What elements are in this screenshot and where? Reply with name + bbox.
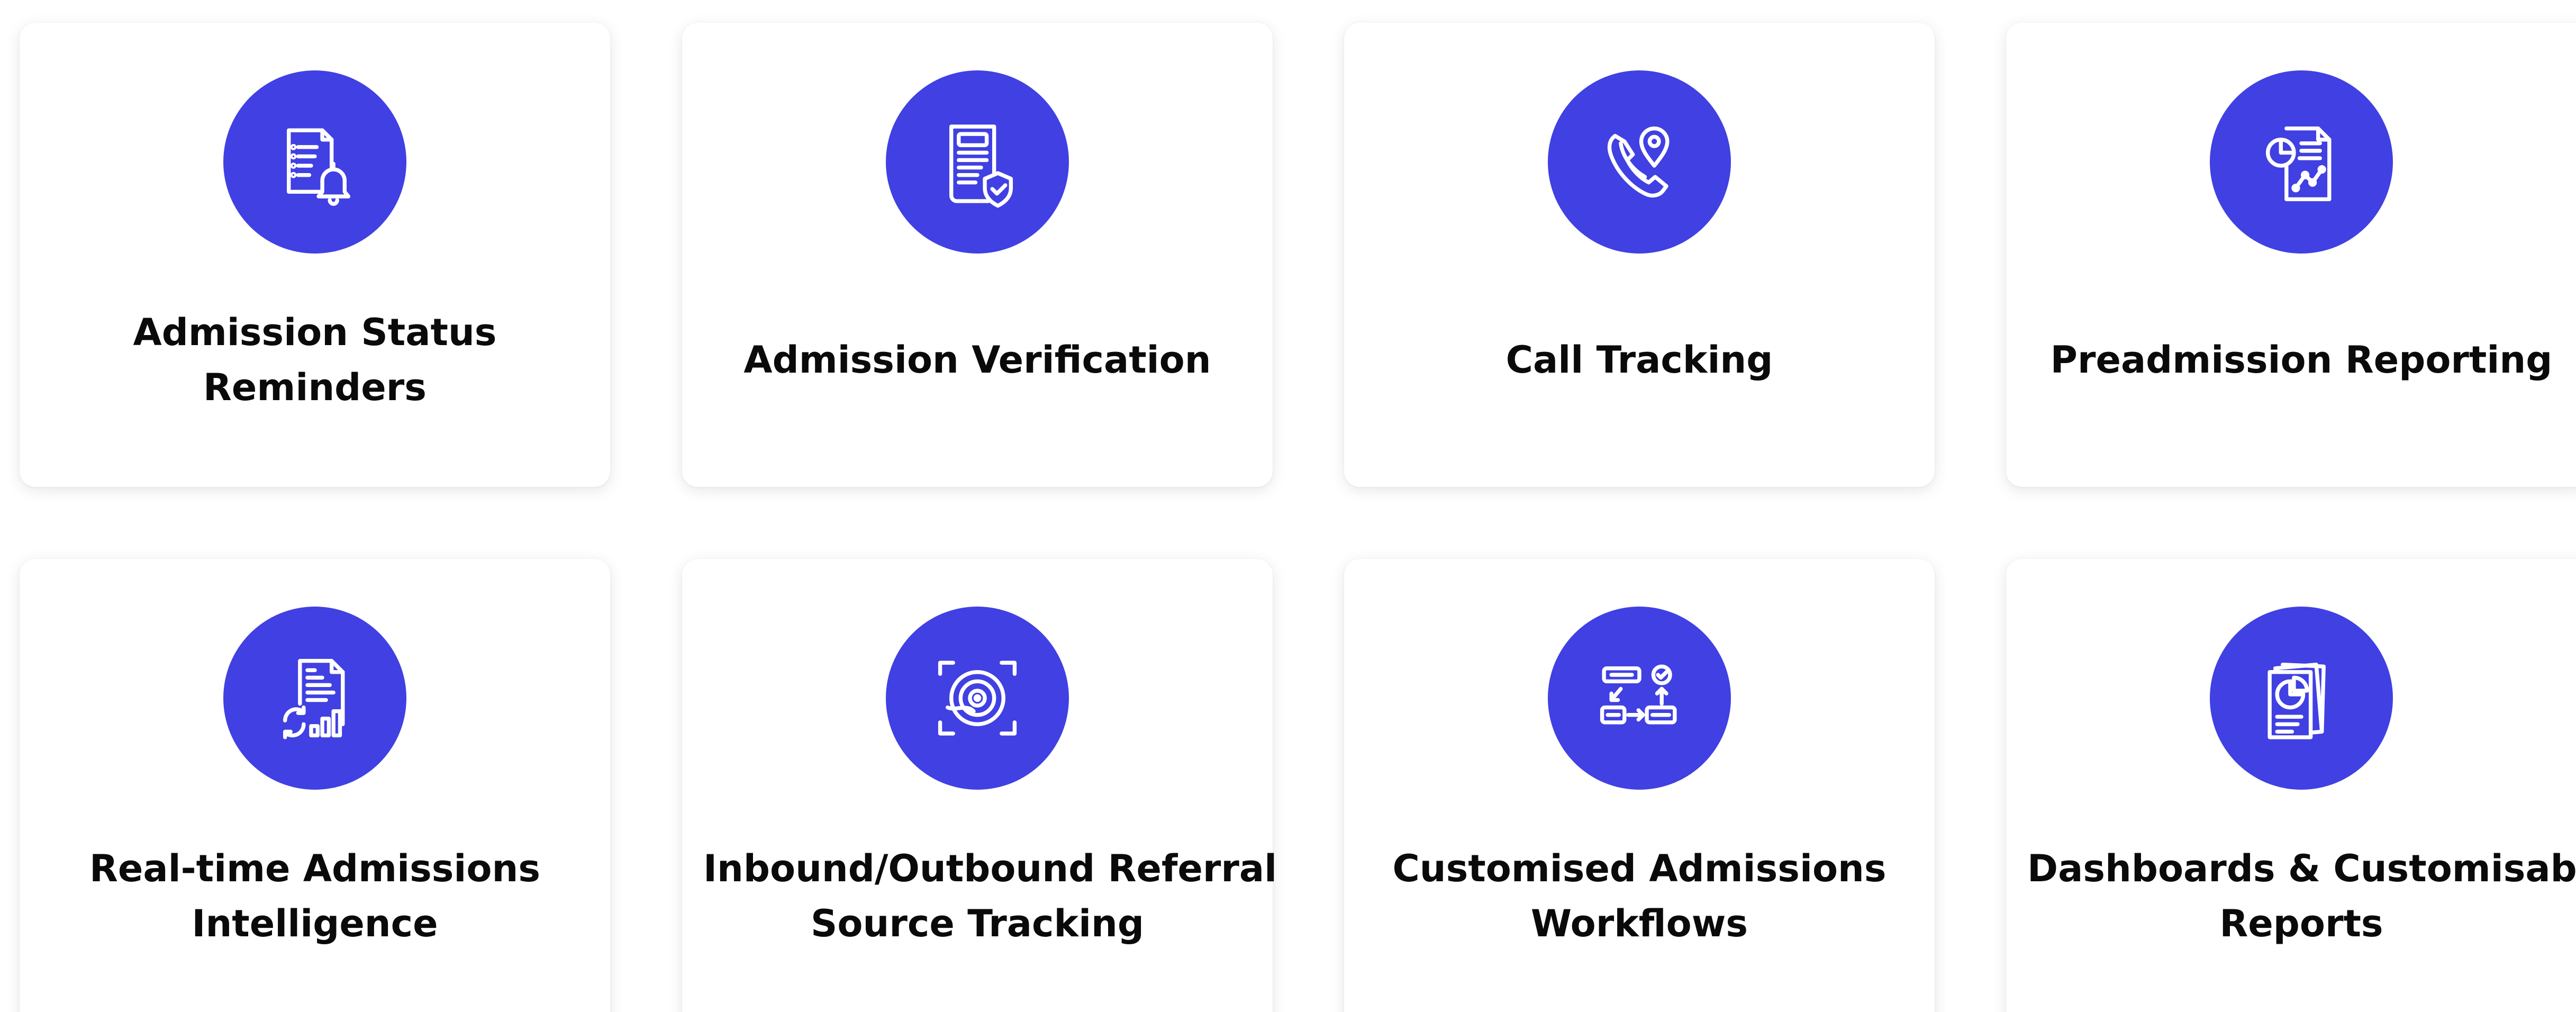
feature-card-admission-status-reminders: Admission Status Reminders (20, 23, 610, 487)
feature-title: Real-time Admissions Intelligence (89, 847, 541, 945)
feature-grid: Admission Status Reminders Admission Ver… (0, 0, 2576, 1012)
report-pie-line-chart-icon (2210, 70, 2393, 254)
feature-title: Admission Status Reminders (133, 311, 497, 409)
feature-card-preadmission-reporting: Preadmission Reporting (2006, 23, 2576, 487)
feature-card-customised-admissions-workflows: Customised Admissions Workflows (1344, 559, 1935, 1012)
feature-card-real-time-admissions-intelligence: Real-time Admissions Intelligence (20, 559, 610, 1012)
feature-title: Inbound/Outbound Referral Source Trackin… (703, 847, 1277, 945)
feature-card-call-tracking: Call Tracking (1344, 23, 1935, 487)
phone-location-pin-icon (1548, 70, 1731, 254)
feature-title: Preadmission Reporting (2050, 338, 2553, 382)
target-scan-icon (886, 607, 1069, 790)
document-bell-icon (223, 70, 406, 254)
feature-card-admission-verification: Admission Verification (682, 23, 1273, 487)
feature-card-dashboards-customisable-reports: Dashboards & Customisable Reports (2006, 559, 2576, 1012)
document-shield-check-icon (886, 70, 1069, 254)
document-refresh-bar-chart-icon (223, 607, 406, 790)
report-stack-pie-chart-icon (2210, 607, 2393, 790)
feature-title: Admission Verification (743, 338, 1211, 382)
feature-title: Call Tracking (1505, 338, 1773, 382)
feature-title: Dashboards & Customisable Reports (2027, 847, 2576, 945)
feature-title: Customised Admissions Workflows (1392, 847, 1886, 945)
feature-card-referral-source-tracking: Inbound/Outbound Referral Source Trackin… (682, 559, 1277, 1012)
workflow-flowchart-icon (1548, 607, 1731, 790)
